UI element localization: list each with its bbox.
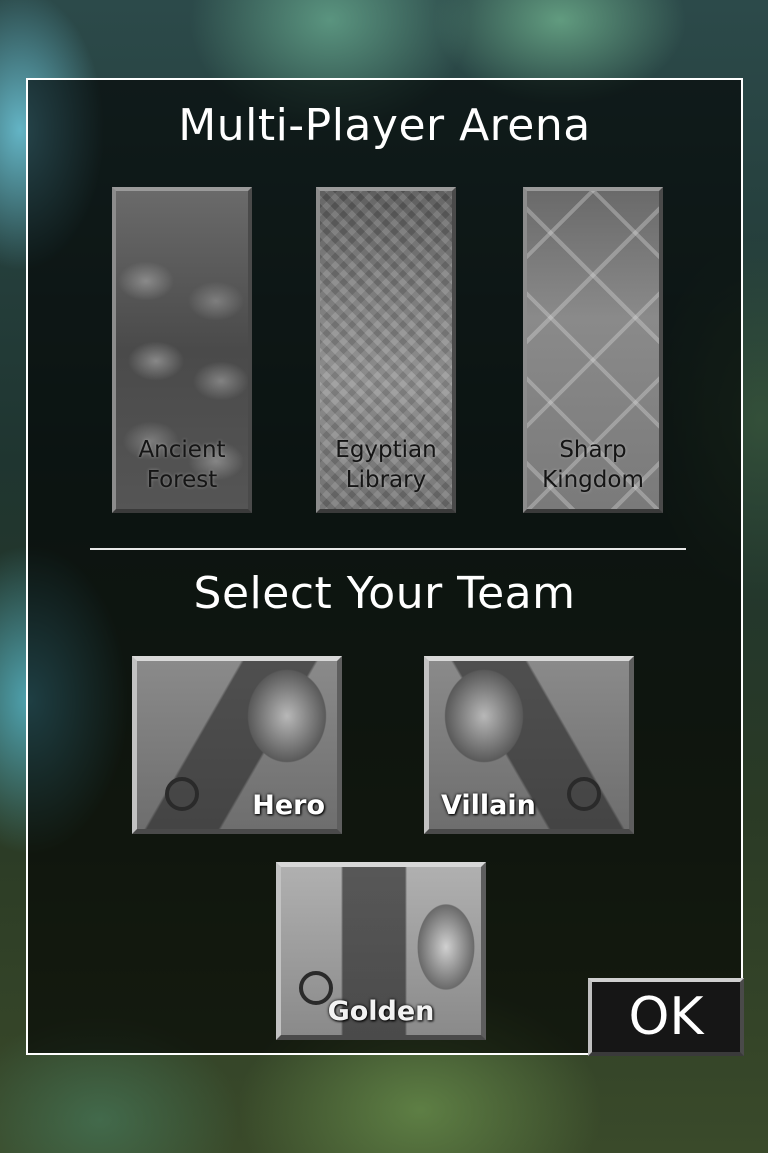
map-label-line2: Library — [345, 467, 427, 493]
arena-title: Multi-Player Arena — [178, 100, 591, 151]
team-golden-label: Golden — [327, 996, 435, 1027]
map-egyptian-library-label: Egyptian Library — [320, 435, 452, 495]
team-villain-button[interactable]: Villain — [424, 656, 634, 834]
map-ancient-forest[interactable]: Ancient Forest — [112, 187, 252, 513]
map-ancient-forest-label: Ancient Forest — [116, 435, 248, 495]
map-egyptian-library[interactable]: Egyptian Library — [316, 187, 456, 513]
scissors-icon — [567, 777, 601, 811]
arena-dialog: Multi-Player Arena Ancient Forest Egypti… — [26, 78, 743, 1055]
team-title: Select Your Team — [193, 568, 576, 619]
team-hero-label: Hero — [252, 790, 325, 821]
team-hero-button[interactable]: Hero — [132, 656, 342, 834]
map-label-line1: Ancient — [138, 437, 226, 463]
map-sharp-kingdom-label: Sharp Kingdom — [527, 435, 659, 495]
map-sharp-kingdom[interactable]: Sharp Kingdom — [523, 187, 663, 513]
map-label-line1: Sharp — [559, 437, 627, 463]
section-divider — [90, 548, 686, 550]
team-golden-button[interactable]: Golden — [276, 862, 486, 1040]
map-label-line2: Kingdom — [542, 467, 644, 493]
map-label-line2: Forest — [146, 467, 218, 493]
map-label-line1: Egyptian — [335, 437, 437, 463]
team-villain-label: Villain — [441, 790, 536, 821]
ok-button[interactable]: OK — [588, 978, 744, 1056]
scissors-icon — [165, 777, 199, 811]
